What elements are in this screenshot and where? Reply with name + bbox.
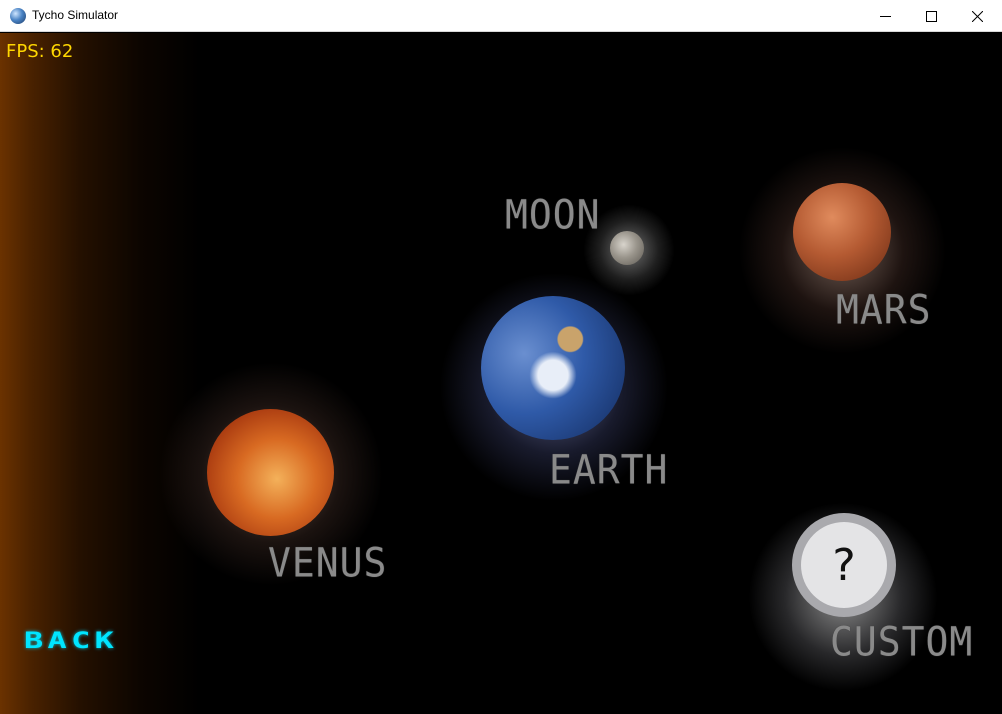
maximize-icon bbox=[925, 10, 937, 22]
sun-glow bbox=[0, 33, 200, 714]
maximize-button[interactable] bbox=[908, 0, 954, 32]
earth-planet-button[interactable] bbox=[481, 296, 625, 440]
custom-planet-face[interactable]: ? bbox=[801, 522, 887, 608]
mars-planet-button[interactable] bbox=[793, 183, 891, 281]
mars-label[interactable]: MARS bbox=[836, 287, 932, 333]
moon-label[interactable]: MOON bbox=[505, 192, 601, 238]
back-button[interactable]: BACK bbox=[24, 629, 118, 654]
simulation-viewport: FPS: 62 MOON MARS EARTH VENUS ? CUSTOM B… bbox=[0, 33, 1002, 714]
minimize-icon bbox=[879, 15, 891, 17]
close-button[interactable] bbox=[954, 0, 1000, 32]
question-mark-icon: ? bbox=[832, 539, 856, 591]
fps-counter: FPS: 62 bbox=[6, 41, 74, 62]
custom-label[interactable]: CUSTOM bbox=[830, 619, 973, 665]
venus-planet-button[interactable] bbox=[207, 409, 334, 536]
minimize-button[interactable] bbox=[862, 0, 908, 32]
moon-planet-button[interactable] bbox=[610, 231, 644, 265]
venus-label[interactable]: VENUS bbox=[268, 540, 387, 586]
title-bar: Tycho Simulator bbox=[0, 0, 1002, 32]
window-title: Tycho Simulator bbox=[32, 8, 119, 22]
earth-label[interactable]: EARTH bbox=[549, 447, 668, 493]
planet-app-icon bbox=[10, 8, 26, 24]
close-icon bbox=[971, 10, 983, 22]
